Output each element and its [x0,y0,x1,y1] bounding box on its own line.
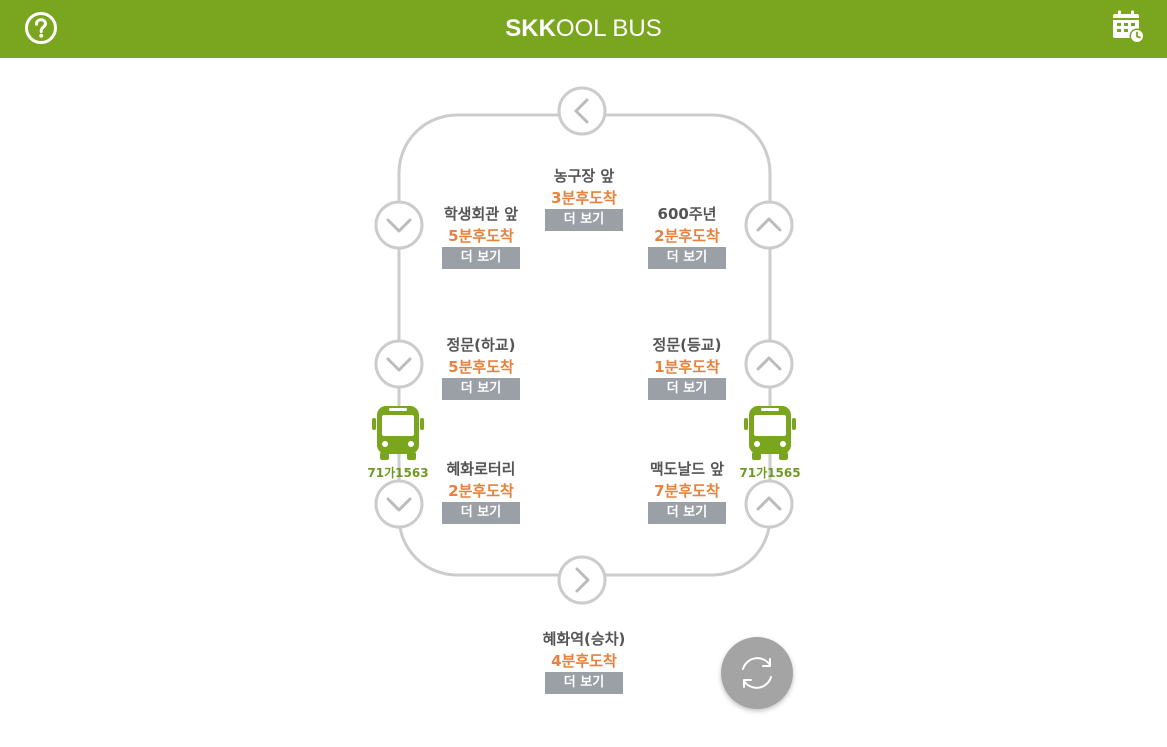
direction-marker-right-3 [744,479,794,529]
more-button[interactable]: 더 보기 [545,209,623,231]
direction-marker-top [557,86,607,136]
direction-marker-right-2 [744,339,794,389]
direction-marker-left-3 [374,479,424,529]
stop-name: 농구장 앞 [553,167,615,185]
bus-plate: 71가1565 [739,466,801,480]
stop-eta: 7분후도착 [654,482,720,500]
app-header: SKKOOL BUS [0,0,1167,58]
stop-eta: 5분후도착 [448,227,514,245]
stop-top: 농구장 앞 3분후도착 더 보기 [524,165,644,231]
bus-marker-left[interactable]: 71가1563 [363,404,433,481]
schedule-button[interactable] [1110,9,1146,45]
stop-left-1: 학생회관 앞 5분후도착 더 보기 [421,203,541,269]
more-button[interactable]: 더 보기 [442,502,520,524]
stop-name: 정문(등교) [652,336,722,354]
stop-bottom: 혜화역(승차) 4분후도착 더 보기 [524,628,644,694]
stop-right-2: 정문(등교) 1분후도착 더 보기 [627,334,747,400]
stop-eta: 5분후도착 [448,358,514,376]
bus-plate: 71가1563 [367,466,429,480]
direction-marker-bottom [557,555,607,605]
app-title-rest: OOL BUS [555,15,662,42]
stop-eta: 3분후도착 [551,189,617,207]
stop-eta: 2분후도착 [654,227,720,245]
app-title: SKKOOL BUS [0,0,1167,58]
refresh-button[interactable] [721,637,793,709]
stop-name: 정문(하교) [446,336,516,354]
more-button[interactable]: 더 보기 [648,502,726,524]
bus-icon [744,406,796,460]
more-button[interactable]: 더 보기 [545,672,623,694]
stop-name: 맥도날드 앞 [649,460,725,478]
stop-name: 혜화로터리 [446,460,516,478]
more-button[interactable]: 더 보기 [648,378,726,400]
app-title-bold: SKK [505,15,556,42]
calendar-clock-icon [1113,10,1145,44]
more-button[interactable]: 더 보기 [442,247,520,269]
stop-right-3: 맥도날드 앞 7분후도착 더 보기 [627,458,747,524]
stop-name: 혜화역(승차) [542,630,626,648]
stop-name: 학생회관 앞 [443,205,519,223]
bus-icon [372,406,424,460]
direction-marker-left-1 [374,200,424,250]
direction-marker-right-1 [744,200,794,250]
refresh-icon [742,657,772,689]
stop-eta: 2분후도착 [448,482,514,500]
stop-left-3: 혜화로터리 2분후도착 더 보기 [421,458,541,524]
direction-marker-left-2 [374,339,424,389]
more-button[interactable]: 더 보기 [648,247,726,269]
stop-right-1: 600주년 2분후도착 더 보기 [627,203,747,269]
more-button[interactable]: 더 보기 [442,378,520,400]
stop-eta: 4분후도착 [551,652,617,670]
bus-marker-right[interactable]: 71가1565 [735,404,805,481]
stop-left-2: 정문(하교) 5분후도착 더 보기 [421,334,541,400]
stop-name: 600주년 [657,205,717,223]
stop-eta: 1분후도착 [654,358,720,376]
